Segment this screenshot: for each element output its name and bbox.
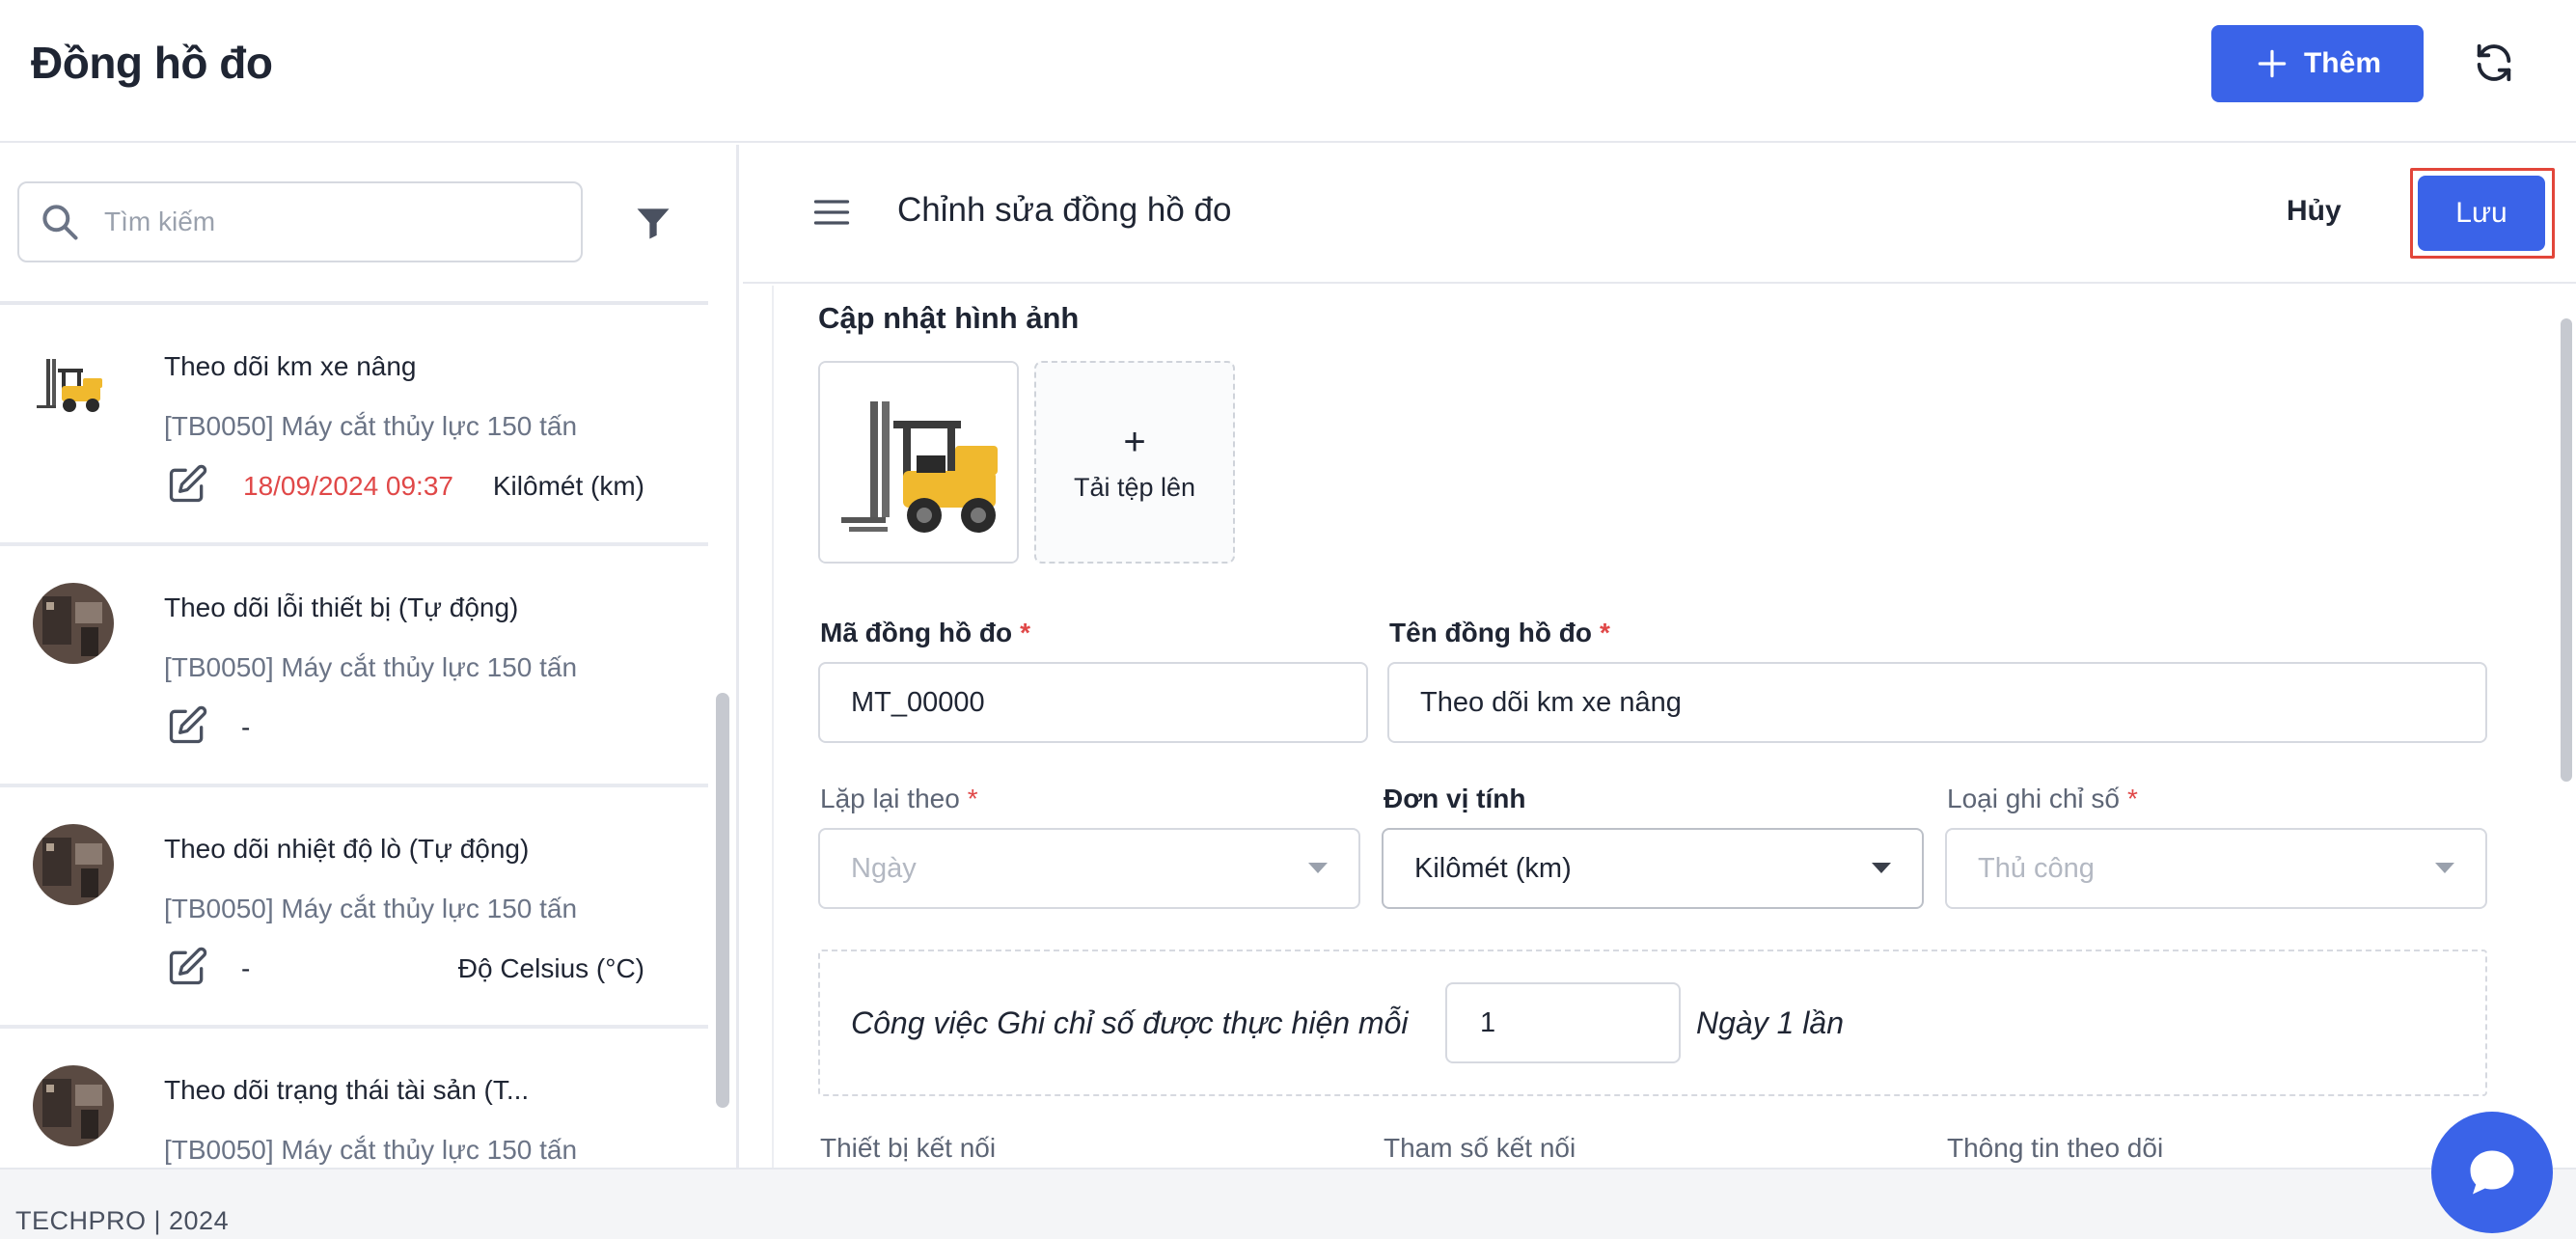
interval-prefix: Công việc Ghi chỉ số được thực hiện mỗi	[851, 1005, 1409, 1040]
meter-device: [TB0050] Máy cắt thủy lực 150 tấn	[164, 1135, 578, 1165]
search-input[interactable]	[104, 206, 567, 237]
plus-icon: +	[1123, 420, 1146, 463]
add-button[interactable]: Thêm	[2211, 25, 2424, 102]
hamburger-menu-icon[interactable]	[810, 191, 853, 234]
image-section-label: Cập nhật hình ảnh	[818, 301, 1080, 335]
interval-section: Công việc Ghi chỉ số được thực hiện mỗi …	[818, 950, 2487, 1096]
forklift-thumbnail	[33, 342, 114, 423]
edit-icon[interactable]	[166, 463, 208, 506]
machine-image	[33, 1065, 114, 1146]
repeat-select-value: Ngày	[851, 852, 917, 884]
footer: TECHPRO | 2024	[0, 1168, 2576, 1239]
search-icon	[42, 205, 78, 240]
last-reading-date: 18/09/2024 09:37	[243, 471, 453, 501]
name-input[interactable]: Theo dõi km xe nâng	[1387, 662, 2487, 743]
plus-icon	[2258, 49, 2287, 78]
last-reading-value: -	[241, 953, 251, 983]
form-scrollbar[interactable]	[2561, 318, 2572, 782]
meter-name: Theo dõi nhiệt độ lò (Tự động)	[164, 834, 530, 864]
edit-icon[interactable]	[166, 704, 208, 747]
cancel-button[interactable]: Hủy	[2287, 195, 2342, 228]
add-button-label: Thêm	[2303, 47, 2381, 79]
list-item[interactable]: Theo dõi km xe nâng [TB0050] Máy cắt thủ…	[0, 305, 708, 546]
chat-button[interactable]	[2431, 1112, 2553, 1233]
meter-name: Theo dõi trạng thái tài sản (T...	[164, 1075, 530, 1105]
machine-image	[33, 583, 114, 664]
connected-device-label: Thiết bị kết nối	[820, 1133, 997, 1163]
forklift-image	[820, 363, 1017, 562]
forklift-image	[33, 342, 114, 423]
code-input[interactable]: MT_00000	[818, 662, 1368, 743]
meter-device: [TB0050] Máy cắt thủy lực 150 tấn	[164, 411, 578, 441]
meter-unit: Kilômét (km)	[492, 471, 644, 501]
chevron-down-icon	[1308, 863, 1328, 873]
connection-param-label: Tham số kết nối	[1384, 1133, 1576, 1163]
filter-icon	[637, 208, 670, 239]
form-title: Chỉnh sửa đồng hồ đo	[897, 191, 1232, 229]
meter-image[interactable]	[818, 361, 1019, 564]
footer-text: TECHPRO | 2024	[15, 1206, 230, 1235]
upload-label: Tải tệp lên	[1073, 472, 1196, 502]
code-label: Mã đồng hồ đo *	[820, 618, 1030, 647]
upload-button[interactable]: + Tải tệp lên	[1034, 361, 1235, 564]
page-title: Đồng hồ đo	[31, 38, 273, 88]
tracking-info-label: Thông tin theo dõi	[1947, 1133, 2164, 1163]
reading-type-label: Loại ghi chỉ số *	[1947, 784, 2138, 813]
save-button[interactable]: Lưu	[2418, 176, 2545, 251]
interval-suffix: Ngày 1 lần	[1696, 1005, 1844, 1040]
list-item[interactable]: Theo dõi lỗi thiết bị (Tự động) [TB0050]…	[0, 546, 708, 787]
meter-list: Theo dõi km xe nâng [TB0050] Máy cắt thủ…	[0, 305, 708, 1168]
top-bar: Đồng hồ đo Thêm	[0, 0, 2576, 143]
last-reading-value: -	[241, 712, 251, 742]
unit-select[interactable]: Kilômét (km)	[1382, 828, 1924, 909]
unit-select-value: Kilômét (km)	[1414, 852, 1572, 884]
meter-name: Theo dõi lỗi thiết bị (Tự động)	[164, 592, 519, 622]
refresh-button[interactable]	[2470, 39, 2518, 87]
machine-thumbnail	[33, 583, 114, 664]
meter-device: [TB0050] Máy cắt thủy lực 150 tấn	[164, 894, 578, 923]
meter-name: Theo dõi km xe nâng	[164, 351, 417, 381]
reading-type-select[interactable]: Thủ công	[1945, 828, 2487, 909]
repeat-label: Lặp lại theo *	[820, 784, 978, 813]
refresh-icon	[2477, 43, 2511, 82]
list-scrollbar[interactable]	[716, 693, 729, 1108]
repeat-select[interactable]: Ngày	[818, 828, 1360, 909]
meter-device: [TB0050] Máy cắt thủy lực 150 tấn	[164, 652, 578, 682]
meter-list-panel: Theo dõi km xe nâng [TB0050] Máy cắt thủ…	[0, 145, 739, 1168]
machine-image	[33, 824, 114, 905]
chevron-down-icon	[1872, 863, 1891, 873]
reading-type-select-value: Thủ công	[1978, 852, 2095, 884]
edit-icon[interactable]	[166, 946, 208, 988]
form-header: Chỉnh sửa đồng hồ đo Hủy Lưu	[743, 145, 2576, 284]
list-item[interactable]: Theo dõi trạng thái tài sản (T... [TB005…	[0, 1029, 708, 1168]
unit-label: Đơn vị tính	[1384, 784, 1526, 813]
search-box[interactable]	[17, 181, 583, 262]
chat-bubble-icon	[2470, 1150, 2514, 1195]
interval-input[interactable]: 1	[1445, 982, 1681, 1063]
name-label: Tên đồng hồ đo *	[1389, 618, 1610, 647]
filter-button[interactable]	[629, 199, 677, 247]
machine-thumbnail	[33, 1065, 114, 1146]
chevron-down-icon	[2435, 863, 2454, 873]
list-item[interactable]: Theo dõi nhiệt độ lò (Tự động) [TB0050] …	[0, 787, 708, 1029]
machine-thumbnail	[33, 824, 114, 905]
meter-unit: Độ Celsius (°C)	[457, 953, 644, 983]
